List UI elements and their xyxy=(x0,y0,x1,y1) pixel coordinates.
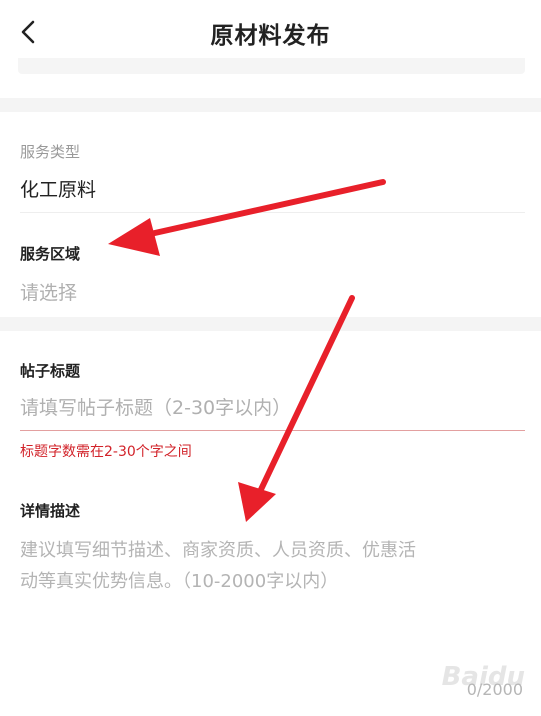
details-textarea[interactable]: 建议填写细节描述、商家资质、人员资质、优惠活 动等真实优势信息。（10-2000… xyxy=(20,535,525,597)
section-gap xyxy=(0,98,541,112)
divider xyxy=(20,212,525,213)
service-type-value[interactable]: 化工原料 xyxy=(20,175,96,202)
section-gap xyxy=(0,317,541,331)
page-title: 原材料发布 xyxy=(210,23,331,49)
post-title-underline xyxy=(20,430,525,431)
service-area-select[interactable]: 请选择 xyxy=(20,278,77,305)
details-placeholder-line2: 动等真实优势信息。（10-2000字以内） xyxy=(20,571,339,592)
arrow-to-service-area xyxy=(108,179,386,256)
character-counter: 0/2000 xyxy=(466,680,523,699)
service-area-label: 服务区域 xyxy=(20,245,81,263)
post-title-input[interactable]: 请填写帖子标题（2-30字以内） xyxy=(20,393,291,420)
service-type-label: 服务类型 xyxy=(20,143,81,161)
post-title-label: 帖子标题 xyxy=(20,362,81,380)
navigation-bar: 原材料发布 xyxy=(0,0,541,64)
post-title-error: 标题字数需在2-30个字之间 xyxy=(20,444,192,460)
previous-section-card xyxy=(18,58,525,74)
details-placeholder-line1: 建议填写细节描述、商家资质、人员资质、优惠活 xyxy=(20,540,416,561)
details-label: 详情描述 xyxy=(20,502,81,520)
